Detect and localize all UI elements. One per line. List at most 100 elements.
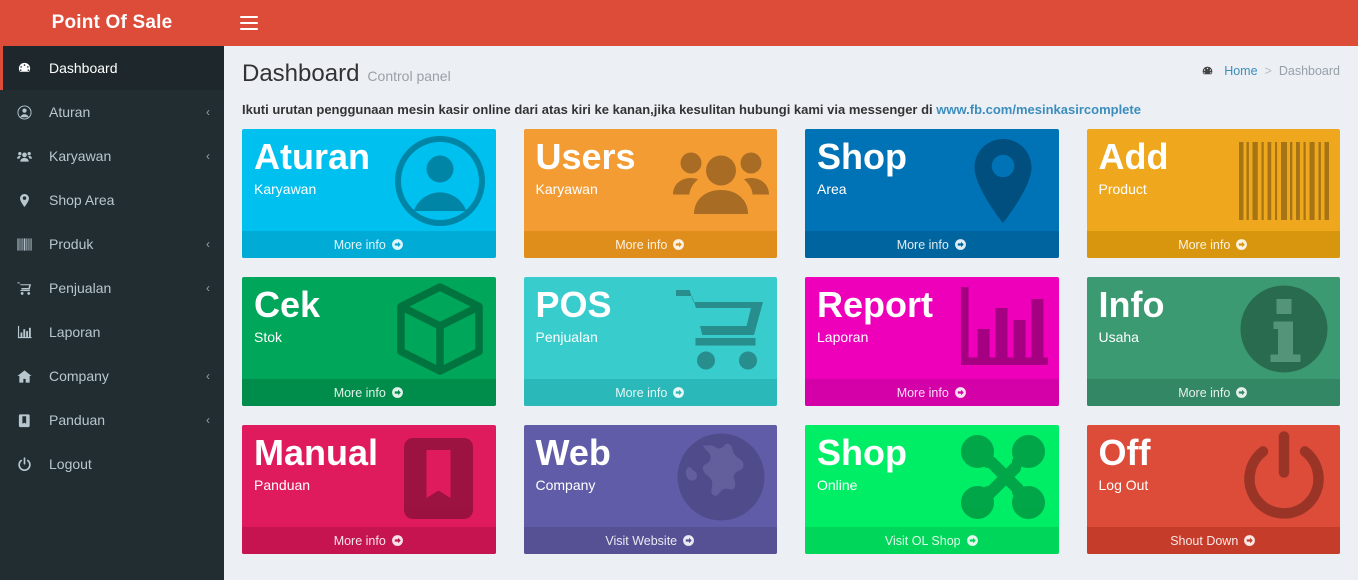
sidebar-item-penjualan[interactable]: Penjualan‹ — [0, 266, 224, 310]
sidebar-item-label: Karyawan — [49, 148, 206, 164]
card-subtitle: Company — [536, 477, 766, 493]
sidebar-item-label: Penjualan — [49, 280, 206, 296]
card-grid: AturanKaryawanMore infoUsersKaryawanMore… — [242, 129, 1340, 554]
chevron-left-icon: ‹ — [206, 237, 210, 251]
card-subtitle: Online — [817, 477, 1047, 493]
card-subtitle: Panduan — [254, 477, 484, 493]
card-footer-link[interactable]: More info — [242, 231, 496, 258]
sidebar-item-produk[interactable]: Produk‹ — [0, 222, 224, 266]
card-footer-link[interactable]: Visit OL Shop — [805, 527, 1059, 554]
card-body: InfoUsaha — [1087, 277, 1341, 379]
arrow-circle-right-icon — [1243, 534, 1256, 547]
card-title: POS — [536, 285, 766, 325]
dashboard-icon — [17, 61, 39, 76]
sidebar-item-label: Produk — [49, 236, 206, 252]
sidebar-item-label: Company — [49, 368, 206, 384]
card-subtitle: Penjualan — [536, 329, 766, 345]
card-report-laporan[interactable]: ReportLaporanMore info — [805, 277, 1059, 406]
card-footer-label: Shout Down — [1170, 534, 1238, 548]
card-body: ShopArea — [805, 129, 1059, 231]
breadcrumb-separator: > — [1265, 64, 1272, 78]
card-footer-link[interactable]: More info — [805, 231, 1059, 258]
sidebar-item-shop-area[interactable]: Shop Area — [0, 178, 224, 222]
notice-link[interactable]: www.fb.com/mesinkasircomplete — [936, 102, 1141, 117]
card-footer-link[interactable]: More info — [1087, 231, 1341, 258]
map-marker-icon — [17, 193, 39, 208]
card-web-company[interactable]: WebCompanyVisit Website — [524, 425, 778, 554]
cart-icon — [17, 281, 39, 296]
content-area: Dashboard Control panel Home > Dashboard… — [224, 46, 1358, 580]
card-body: ReportLaporan — [805, 277, 1059, 379]
sidebar-item-karyawan[interactable]: Karyawan‹ — [0, 134, 224, 178]
card-footer-label: Visit Website — [605, 534, 677, 548]
sidebar: Point Of Sale DashboardAturan‹Karyawan‹S… — [0, 0, 224, 580]
card-shop-online[interactable]: ShopOnlineVisit OL Shop — [805, 425, 1059, 554]
card-title: Info — [1099, 285, 1329, 325]
card-footer-label: More info — [334, 386, 386, 400]
card-manual-panduan[interactable]: Manual Panduan More info — [242, 425, 496, 554]
card-subtitle: Stok — [254, 329, 484, 345]
card-shop-area[interactable]: ShopArea More info — [805, 129, 1059, 258]
card-pos-penjualan[interactable]: POS Penjualan More info — [524, 277, 778, 406]
card-footer-label: More info — [897, 238, 949, 252]
arrow-circle-right-icon — [391, 534, 404, 547]
page-subtitle: Control panel — [367, 68, 450, 84]
arrow-circle-right-icon — [954, 238, 967, 251]
card-footer-link[interactable]: Visit Website — [524, 527, 778, 554]
power-icon — [17, 457, 39, 472]
card-footer-link[interactable]: Shout Down — [1087, 527, 1341, 554]
main-area: Dashboard Control panel Home > Dashboard… — [224, 0, 1358, 580]
card-users-karyawan[interactable]: UsersKaryawanMore info — [524, 129, 778, 258]
arrow-circle-right-icon — [672, 238, 685, 251]
card-footer-label: More info — [334, 238, 386, 252]
arrow-circle-right-icon — [966, 534, 979, 547]
card-aturan-karyawan[interactable]: AturanKaryawan More info — [242, 129, 496, 258]
sidebar-item-label: Laporan — [49, 324, 210, 340]
card-footer-link[interactable]: More info — [524, 379, 778, 406]
card-body: OffLog Out — [1087, 425, 1341, 527]
sidebar-item-aturan[interactable]: Aturan‹ — [0, 90, 224, 134]
card-off-log-out[interactable]: OffLog Out Shout Down — [1087, 425, 1341, 554]
sidebar-item-label: Logout — [49, 456, 210, 472]
arrow-circle-right-icon — [672, 386, 685, 399]
card-body: Manual Panduan — [242, 425, 496, 527]
card-body: UsersKaryawan — [524, 129, 778, 231]
card-body: AddProduct — [1087, 129, 1341, 231]
sidebar-item-dashboard[interactable]: Dashboard — [0, 46, 224, 90]
breadcrumb-home[interactable]: Home — [1224, 64, 1257, 78]
bar-chart-icon — [17, 325, 39, 340]
sidebar-item-laporan[interactable]: Laporan — [0, 310, 224, 354]
card-footer-link[interactable]: More info — [242, 527, 496, 554]
card-footer-link[interactable]: More info — [242, 379, 496, 406]
card-footer-link[interactable]: More info — [1087, 379, 1341, 406]
arrow-circle-right-icon — [1235, 386, 1248, 399]
brand-title[interactable]: Point Of Sale — [0, 0, 224, 46]
sidebar-item-logout[interactable]: Logout — [0, 442, 224, 486]
card-title: Aturan — [254, 137, 484, 177]
card-title: Add — [1099, 137, 1329, 177]
sidebar-item-panduan[interactable]: Panduan‹ — [0, 398, 224, 442]
card-body: CekStok — [242, 277, 496, 379]
card-footer-link[interactable]: More info — [524, 231, 778, 258]
card-footer-link[interactable]: More info — [805, 379, 1059, 406]
card-body: AturanKaryawan — [242, 129, 496, 231]
card-info-usaha[interactable]: InfoUsahaMore info — [1087, 277, 1341, 406]
card-footer-label: More info — [615, 386, 667, 400]
dashboard-icon — [1201, 65, 1214, 78]
sidebar-item-label: Aturan — [49, 104, 206, 120]
card-footer-label: More info — [1178, 238, 1230, 252]
chevron-left-icon: ‹ — [206, 369, 210, 383]
card-subtitle: Karyawan — [536, 181, 766, 197]
card-footer-label: Visit OL Shop — [885, 534, 961, 548]
card-add-product[interactable]: AddProduct More info — [1087, 129, 1341, 258]
users-icon — [17, 149, 39, 164]
card-cek-stok[interactable]: CekStok More info — [242, 277, 496, 406]
arrow-circle-right-icon — [682, 534, 695, 547]
arrow-circle-right-icon — [1235, 238, 1248, 251]
page-title: Dashboard — [242, 60, 359, 88]
sidebar-item-company[interactable]: Company‹ — [0, 354, 224, 398]
dashboard-page: Point Of Sale DashboardAturan‹Karyawan‹S… — [0, 0, 1358, 580]
card-title: Manual — [254, 433, 484, 473]
hamburger-icon[interactable] — [240, 12, 258, 34]
chevron-left-icon: ‹ — [206, 105, 210, 119]
